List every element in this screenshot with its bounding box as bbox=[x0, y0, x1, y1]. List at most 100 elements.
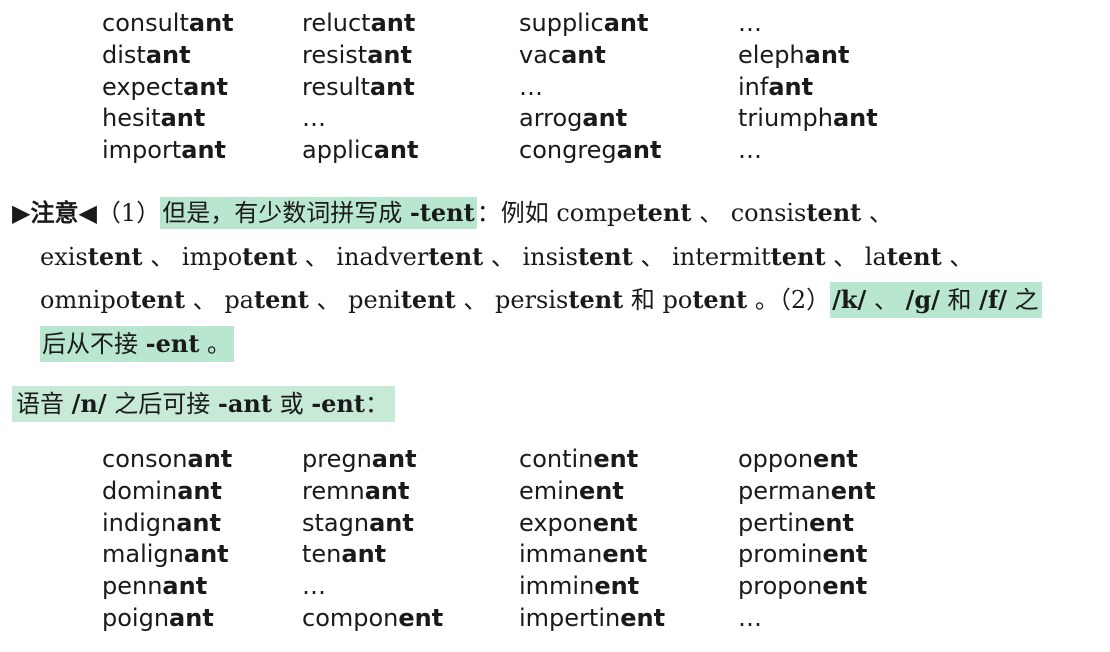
word-cell: … bbox=[738, 603, 938, 635]
word-cell: elephant bbox=[738, 40, 938, 72]
word-cell: congregant bbox=[519, 135, 738, 167]
word-stem: expon bbox=[519, 508, 593, 537]
phoneme-f: /f/ bbox=[979, 285, 1008, 315]
word-suffix: ent bbox=[813, 445, 858, 473]
word-stem: insis bbox=[522, 242, 578, 271]
word-stem: po bbox=[662, 286, 693, 315]
word-suffix: tent bbox=[692, 285, 748, 315]
word-suffix: ant bbox=[187, 445, 233, 473]
word-cell: applicant bbox=[302, 135, 519, 167]
word-cell: dominant bbox=[102, 476, 302, 508]
word-stem: promin bbox=[738, 540, 823, 569]
word-stem: omnipo bbox=[40, 286, 131, 315]
word-suffix: tent bbox=[770, 241, 826, 271]
separator: 、 bbox=[297, 242, 337, 271]
separator: 、 bbox=[455, 286, 495, 315]
word-stem: arrog bbox=[519, 104, 583, 133]
word-cell: … bbox=[738, 8, 938, 40]
word-stem: inadver bbox=[336, 242, 429, 271]
word-cell: reluctant bbox=[302, 8, 519, 40]
word-stem: dist bbox=[102, 40, 146, 69]
word-suffix: ant bbox=[369, 508, 414, 537]
word-suffix: ent bbox=[593, 445, 639, 473]
note-line-2: existent 、 impotent 、 inadvertent 、 insi… bbox=[12, 235, 1096, 279]
ant-suffix: -ant bbox=[217, 389, 272, 418]
example-word: existent bbox=[40, 242, 143, 271]
rule-text: 语音 bbox=[16, 390, 72, 418]
separator: 、 bbox=[866, 286, 906, 315]
example-word: insistent bbox=[522, 241, 633, 271]
separator: 、 bbox=[861, 199, 893, 227]
word-cell: vacant bbox=[519, 40, 738, 72]
word-cell: exponent bbox=[519, 508, 738, 540]
word-suffix: ant bbox=[804, 40, 850, 69]
word-cell: … bbox=[519, 72, 738, 104]
example-intro: ：例如 bbox=[476, 199, 557, 227]
word-suffix: ant bbox=[561, 40, 606, 69]
word-cell: opponent bbox=[738, 444, 938, 476]
word-cell: distant bbox=[102, 40, 302, 72]
word-cell: continent bbox=[519, 444, 738, 476]
word-stem: peni bbox=[348, 286, 401, 315]
word-suffix: tent bbox=[577, 241, 633, 271]
word-list-ant-ent: consonant pregnant continent opponent domina… bbox=[102, 444, 938, 635]
word-suffix: ant bbox=[370, 9, 416, 37]
word-stem: emin bbox=[519, 476, 580, 505]
separator: 、 bbox=[941, 242, 974, 271]
word-cell: pertinent bbox=[738, 508, 938, 540]
word-cell: poignant bbox=[102, 603, 302, 635]
word-stem: compon bbox=[302, 603, 399, 632]
separator: 、 bbox=[185, 286, 225, 315]
example-word: omnipotent bbox=[40, 285, 185, 315]
word-stem: applic bbox=[302, 136, 374, 165]
word-cell: infant bbox=[738, 72, 938, 104]
word-stem: triumph bbox=[738, 104, 833, 133]
word-suffix: ant bbox=[169, 603, 214, 632]
word-suffix: ant bbox=[183, 540, 229, 569]
word-suffix: ent bbox=[602, 540, 648, 569]
word-suffix: tent bbox=[253, 285, 309, 315]
word-stem: intermit bbox=[672, 242, 771, 271]
word-stem: … bbox=[519, 72, 543, 101]
colon: ： bbox=[364, 390, 389, 418]
rule-heading: 语音 /n/ 之后可接 -ant 或 -ent： bbox=[12, 384, 395, 424]
highlight-text: 之 bbox=[1007, 286, 1039, 315]
period: 。 bbox=[199, 330, 232, 359]
and-word: 和 bbox=[939, 286, 980, 315]
word-suffix: ent bbox=[822, 540, 868, 569]
word-stem: remn bbox=[302, 476, 365, 505]
phoneme-k: /k/ bbox=[832, 285, 867, 315]
word-suffix: ent bbox=[398, 603, 444, 632]
word-cell: immanent bbox=[519, 539, 738, 571]
word-stem: import bbox=[102, 136, 182, 165]
word-cell: important bbox=[102, 135, 302, 167]
word-suffix: ant bbox=[160, 104, 206, 133]
example-word: latent bbox=[865, 241, 942, 271]
word-cell: hesitant bbox=[102, 103, 302, 135]
example-word: consistent bbox=[731, 198, 862, 227]
word-suffix: tent bbox=[400, 285, 456, 315]
word-stem: persis bbox=[495, 286, 569, 315]
ent-suffix: -ent bbox=[145, 329, 200, 359]
word-cell: malignant bbox=[102, 539, 302, 571]
word-cell: proponent bbox=[738, 571, 938, 603]
word-suffix: ant bbox=[832, 104, 878, 133]
word-suffix: ent bbox=[809, 508, 854, 537]
separator: 、 bbox=[632, 242, 673, 271]
word-cell: eminent bbox=[519, 476, 738, 508]
word-suffix: tent bbox=[886, 241, 942, 271]
phoneme-n: /n/ bbox=[71, 389, 107, 418]
separator: 、 bbox=[825, 242, 865, 271]
word-suffix: ant bbox=[162, 572, 208, 601]
word-stem: resist bbox=[302, 40, 368, 69]
word-stem: oppon bbox=[738, 445, 814, 473]
word-cell: component bbox=[302, 603, 519, 635]
word-cell: indignant bbox=[102, 508, 302, 540]
word-cell: arrogant bbox=[519, 103, 738, 135]
word-cell: supplicant bbox=[519, 8, 738, 40]
word-suffix: tent bbox=[806, 198, 862, 227]
word-suffix: tent bbox=[428, 241, 484, 271]
word-stem: impertin bbox=[519, 603, 621, 632]
word-suffix: ant bbox=[188, 9, 234, 37]
word-stem: immin bbox=[519, 572, 595, 601]
